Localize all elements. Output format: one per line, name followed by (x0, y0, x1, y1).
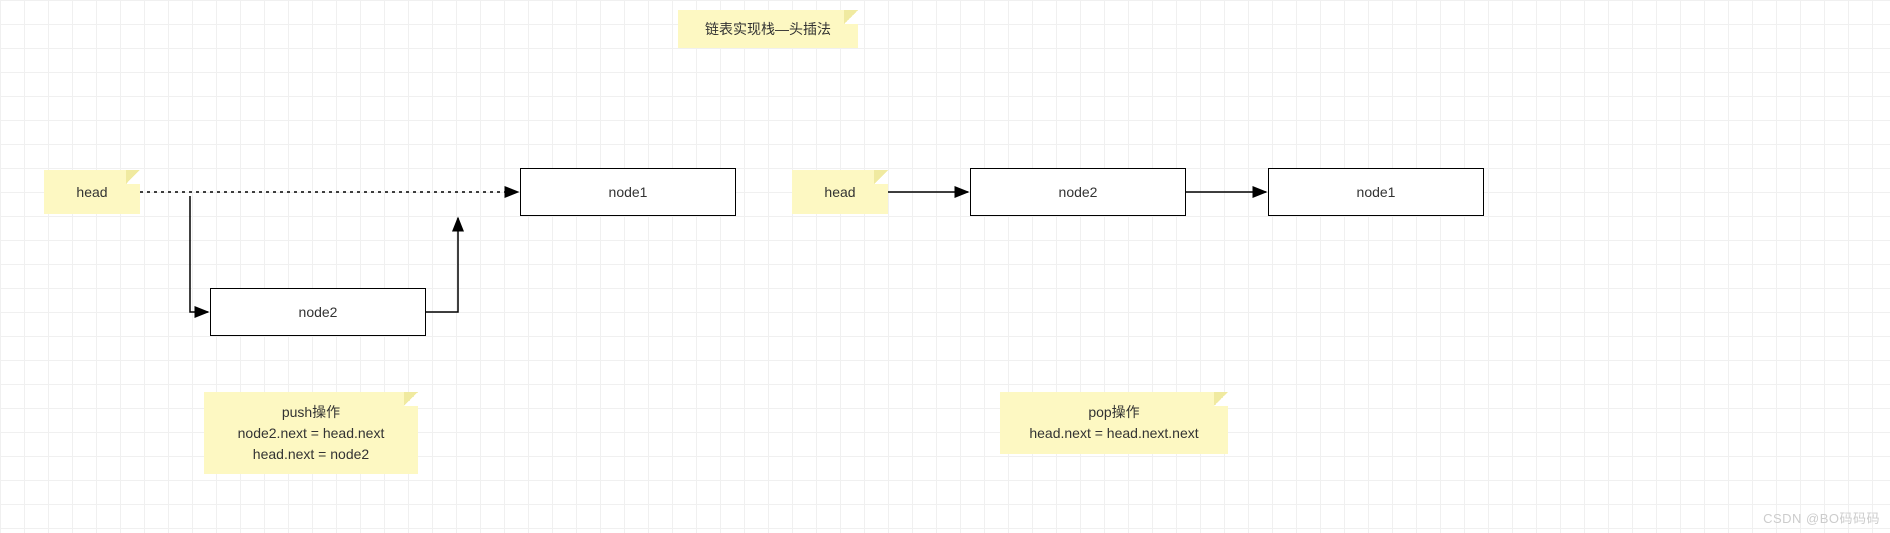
right-pop-note: pop操作 head.next = head.next.next (1000, 392, 1228, 454)
diagram-title-note: 链表实现栈—头插法 (678, 10, 858, 48)
diagram-title-text: 链表实现栈—头插法 (705, 19, 831, 40)
left-push-note-content: push操作 node2.next = head.next head.next … (238, 402, 385, 465)
left-node2-box: node2 (210, 288, 426, 336)
left-head-label: head (76, 182, 107, 203)
right-node1-box: node1 (1268, 168, 1484, 216)
left-node1-box: node1 (520, 168, 736, 216)
right-node2-box: node2 (970, 168, 1186, 216)
left-push-line1: push操作 (238, 402, 385, 423)
right-pop-line2: head.next = head.next.next (1029, 423, 1198, 444)
left-push-line3: head.next = node2 (238, 444, 385, 465)
left-push-note: push操作 node2.next = head.next head.next … (204, 392, 418, 474)
right-pop-line1: pop操作 (1029, 402, 1198, 423)
left-node1-label: node1 (609, 184, 648, 200)
right-node1-label: node1 (1357, 184, 1396, 200)
right-head-label: head (824, 182, 855, 203)
left-arrow-node2-to-node1 (426, 218, 458, 312)
left-push-line2: node2.next = head.next (238, 423, 385, 444)
right-node2-label: node2 (1059, 184, 1098, 200)
left-head-note: head (44, 170, 140, 214)
left-node2-label: node2 (299, 304, 338, 320)
watermark-text: CSDN @BO码码码 (1763, 511, 1880, 526)
right-pop-note-content: pop操作 head.next = head.next.next (1029, 402, 1198, 444)
left-arrow-head-to-node2 (190, 196, 208, 312)
right-head-note: head (792, 170, 888, 214)
watermark: CSDN @BO码码码 (1763, 508, 1880, 527)
